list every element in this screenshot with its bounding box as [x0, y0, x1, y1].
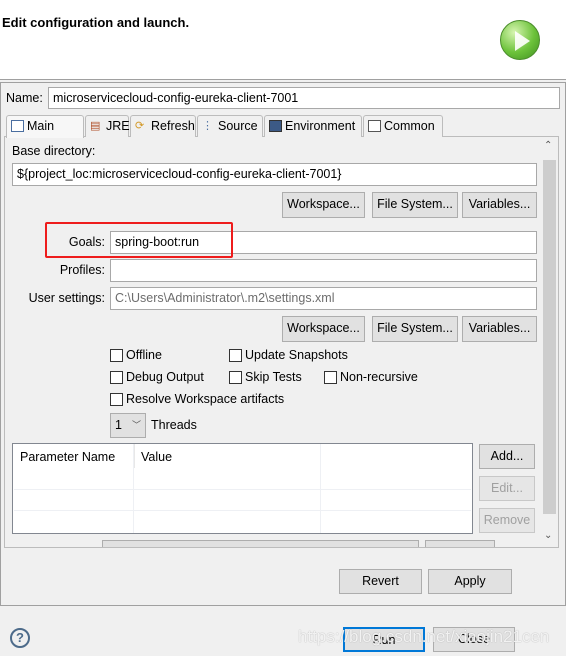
- threads-label: Threads: [151, 418, 197, 432]
- tab-source[interactable]: ⋮ Source: [197, 115, 263, 137]
- jre-icon: ▤: [90, 120, 101, 132]
- chevron-down-icon: ﹀: [132, 420, 142, 430]
- user-settings-label: User settings:: [28, 291, 105, 305]
- edit-button[interactable]: Edit...: [479, 476, 535, 501]
- skip-tests-checkbox[interactable]: [229, 371, 242, 384]
- tab-label: JRE: [106, 119, 130, 133]
- tab-label: Common: [384, 119, 435, 133]
- close-button[interactable]: Close: [433, 627, 515, 652]
- tab-label: Source: [218, 119, 258, 133]
- base-directory-input[interactable]: ${project_loc:microservicecloud-config-e…: [12, 163, 537, 186]
- tab-jre[interactable]: ▤ JRE: [85, 115, 130, 137]
- tab-label: Refresh: [151, 119, 195, 133]
- base-directory-label: Base directory:: [12, 144, 96, 158]
- row-divider: [14, 510, 471, 511]
- update-snapshots-label: Update Snapshots: [245, 348, 348, 362]
- workspace-button[interactable]: Workspace...: [282, 192, 365, 218]
- tab-label: Main: [27, 119, 55, 133]
- clipped-button: [425, 540, 495, 547]
- resolve-workspace-checkbox[interactable]: [110, 393, 123, 406]
- resolve-workspace-label: Resolve Workspace artifacts: [126, 392, 285, 406]
- revert-button[interactable]: Revert: [339, 569, 422, 594]
- profiles-input[interactable]: [110, 259, 537, 282]
- row-divider: [14, 489, 471, 490]
- column-header-value[interactable]: Value: [134, 444, 319, 468]
- scroll-up-icon[interactable]: ⌃: [544, 140, 552, 151]
- debug-output-checkbox[interactable]: [110, 371, 123, 384]
- highlight-box: [45, 222, 233, 258]
- environment-icon: [269, 120, 282, 132]
- dialog-header: [0, 0, 566, 80]
- help-icon[interactable]: ?: [10, 628, 30, 648]
- scrollbar-thumb[interactable]: [543, 160, 556, 514]
- run-button[interactable]: Run: [343, 627, 425, 652]
- remove-button[interactable]: Remove: [479, 508, 535, 533]
- skip-tests-label: Skip Tests: [245, 370, 302, 384]
- run-launch-icon: [500, 20, 540, 60]
- file-system-button-2[interactable]: File System...: [372, 316, 458, 342]
- offline-label: Offline: [126, 348, 162, 362]
- add-button[interactable]: Add...: [479, 444, 535, 469]
- tab-refresh[interactable]: ⟳ Refresh: [130, 115, 196, 137]
- threads-value: 1: [115, 418, 122, 432]
- main-tab-icon: [11, 120, 24, 132]
- debug-output-label: Debug Output: [126, 370, 204, 384]
- update-snapshots-checkbox[interactable]: [229, 349, 242, 362]
- threads-select[interactable]: 1 ﹀: [110, 413, 146, 438]
- file-system-button[interactable]: File System...: [372, 192, 458, 218]
- name-input[interactable]: microservicecloud-config-eureka-client-7…: [48, 87, 560, 109]
- parameters-table[interactable]: Parameter Name Value: [12, 443, 473, 534]
- apply-button[interactable]: Apply: [428, 569, 512, 594]
- offline-checkbox[interactable]: [110, 349, 123, 362]
- non-recursive-checkbox[interactable]: [324, 371, 337, 384]
- profiles-label: Profiles:: [59, 263, 105, 277]
- source-icon: ⋮: [202, 120, 213, 132]
- clipped-button: [102, 540, 419, 547]
- user-settings-input[interactable]: C:\Users\Administrator\.m2\settings.xml: [110, 287, 537, 310]
- common-icon: [368, 120, 381, 132]
- variables-button[interactable]: Variables...: [462, 192, 537, 218]
- scroll-down-icon[interactable]: ⌄: [544, 530, 552, 541]
- tab-environment[interactable]: Environment: [264, 115, 362, 137]
- tab-label: Environment: [285, 119, 356, 133]
- refresh-icon: ⟳: [135, 120, 145, 132]
- workspace-button-2[interactable]: Workspace...: [282, 316, 365, 342]
- column-header-parameter-name[interactable]: Parameter Name: [13, 444, 133, 468]
- dialog-title: Edit configuration and launch.: [2, 15, 190, 30]
- name-label: Name:: [6, 91, 43, 105]
- tab-main[interactable]: Main: [6, 115, 84, 138]
- non-recursive-label: Non-recursive: [340, 370, 418, 384]
- tab-common[interactable]: Common: [363, 115, 443, 137]
- variables-button-2[interactable]: Variables...: [462, 316, 537, 342]
